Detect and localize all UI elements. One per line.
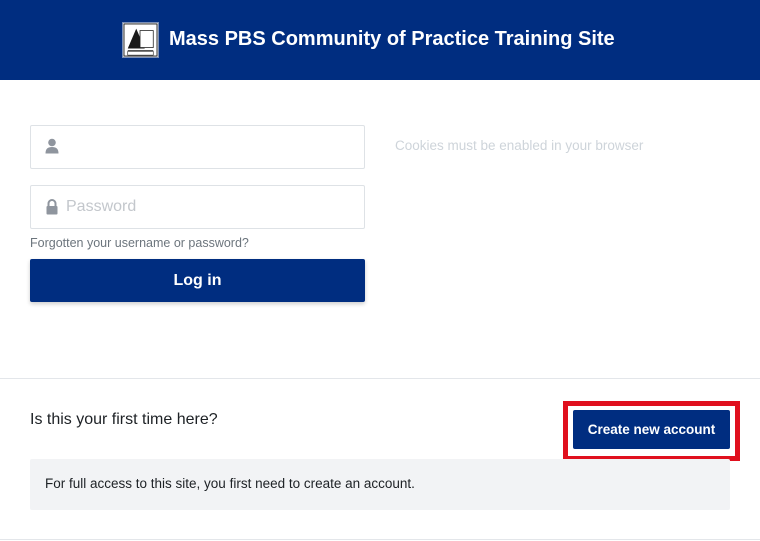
create-account-button[interactable]: Create new account: [573, 410, 730, 449]
lock-icon: [45, 198, 59, 216]
user-icon: [45, 138, 59, 156]
footer-divider: [0, 539, 760, 540]
forgot-password-link[interactable]: Forgotten your username or password?: [30, 236, 249, 250]
site-header: Mass PBS Community of Practice Training …: [0, 0, 760, 80]
username-input[interactable]: [66, 126, 358, 168]
pbs-logo-icon[interactable]: [122, 22, 159, 58]
site-title[interactable]: Mass PBS Community of Practice Training …: [169, 28, 615, 51]
password-field-container: [30, 185, 365, 229]
first-time-prompt: Is this your first time here?: [30, 411, 218, 428]
password-input[interactable]: [66, 186, 358, 228]
access-info-text: For full access to this site, you first …: [45, 476, 415, 491]
access-info-panel: For full access to this site, you first …: [30, 459, 730, 510]
login-button[interactable]: Log in: [30, 259, 365, 302]
username-field-container: [30, 125, 365, 169]
section-divider: [0, 378, 760, 379]
cookies-note: Cookies must be enabled in your browser: [395, 138, 644, 153]
